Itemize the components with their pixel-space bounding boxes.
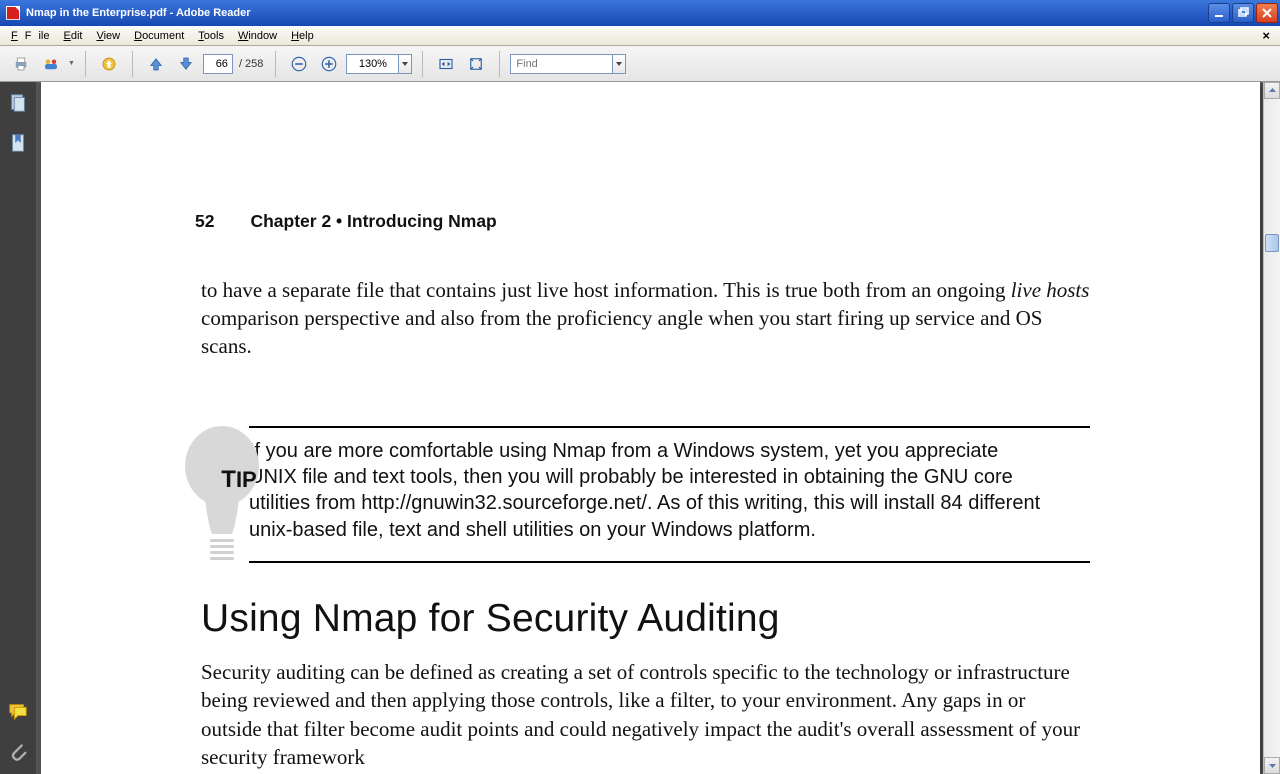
menu-tools[interactable]: Tools — [191, 28, 231, 44]
tip-callout: TIP If you are more comfortable using Nm… — [201, 426, 1090, 564]
window-title: Nmap in the Enterprise.pdf - Adobe Reade… — [26, 7, 1208, 19]
menu-file[interactable]: FFileFile — [4, 28, 56, 44]
toolbar-separator — [275, 51, 276, 77]
collab-button[interactable] — [38, 51, 64, 77]
chapter-label: Chapter 2 • Introducing Nmap — [250, 210, 496, 234]
page-up-button[interactable] — [143, 51, 169, 77]
menu-bar: FFileFile Edit View Document Tools Windo… — [0, 26, 1280, 46]
menu-close-doc[interactable]: × — [1256, 28, 1276, 43]
page-number-input[interactable] — [203, 54, 233, 74]
toolbar: ▼ / 258 — [0, 46, 1280, 82]
zoom-input[interactable] — [346, 54, 398, 74]
scroll-down-button[interactable] — [1264, 757, 1280, 774]
menu-window[interactable]: Window — [231, 28, 284, 44]
app-icon — [6, 6, 20, 20]
window-controls — [1208, 3, 1278, 23]
text-run: comparison perspective and also from the… — [201, 306, 1043, 358]
toolbar-separator — [499, 51, 500, 77]
page-total-label: / 258 — [237, 58, 265, 70]
attachments-panel-button[interactable] — [7, 740, 29, 762]
toolbar-separator — [422, 51, 423, 77]
body-paragraph: to have a separate file that contains ju… — [201, 276, 1090, 361]
minimize-button[interactable] — [1208, 3, 1230, 23]
comments-panel-button[interactable] — [7, 700, 29, 722]
toolbar-separator — [85, 51, 86, 77]
tip-body-text: If you are more comfortable using Nmap f… — [249, 438, 1049, 544]
navigation-pane — [0, 82, 36, 774]
menu-view[interactable]: View — [89, 28, 127, 44]
zoom-out-button[interactable] — [286, 51, 312, 77]
divider — [249, 426, 1090, 428]
document-viewport[interactable]: 52 Chapter 2 • Introducing Nmap to have … — [36, 82, 1280, 774]
section-paragraph: Security auditing can be defined as crea… — [201, 658, 1090, 771]
home-button[interactable] — [96, 51, 122, 77]
print-button[interactable] — [8, 51, 34, 77]
tip-label: TIP — [201, 464, 277, 496]
italic-text: live hosts — [1011, 278, 1090, 302]
pdf-page: 52 Chapter 2 • Introducing Nmap to have … — [41, 82, 1260, 774]
fit-page-button[interactable] — [463, 51, 489, 77]
section-heading: Using Nmap for Security Auditing — [201, 593, 1090, 646]
find-input[interactable] — [510, 54, 612, 74]
menu-edit[interactable]: Edit — [56, 28, 89, 44]
toolbar-separator — [132, 51, 133, 77]
zoom-in-button[interactable] — [316, 51, 342, 77]
scroll-track[interactable] — [1264, 99, 1280, 757]
fit-width-button[interactable] — [433, 51, 459, 77]
text-run: to have a separate file that contains ju… — [201, 278, 1011, 302]
window-titlebar: Nmap in the Enterprise.pdf - Adobe Reade… — [0, 0, 1280, 26]
menu-document[interactable]: Document — [127, 28, 191, 44]
lightbulb-icon — [182, 424, 262, 579]
find-dropdown[interactable] — [612, 54, 626, 74]
pages-panel-button[interactable] — [7, 92, 29, 114]
running-header: 52 Chapter 2 • Introducing Nmap — [195, 210, 1090, 234]
bookmarks-panel-button[interactable] — [7, 132, 29, 154]
divider — [249, 561, 1090, 563]
page-down-button[interactable] — [173, 51, 199, 77]
vertical-scrollbar[interactable] — [1263, 82, 1280, 774]
restore-button[interactable] — [1232, 3, 1254, 23]
scroll-thumb[interactable] — [1265, 234, 1279, 252]
menu-help[interactable]: Help — [284, 28, 321, 44]
main-area: 52 Chapter 2 • Introducing Nmap to have … — [0, 82, 1280, 774]
scroll-up-button[interactable] — [1264, 82, 1280, 99]
zoom-dropdown[interactable] — [398, 54, 412, 74]
close-button[interactable] — [1256, 3, 1278, 23]
page-number-label: 52 — [195, 210, 214, 234]
